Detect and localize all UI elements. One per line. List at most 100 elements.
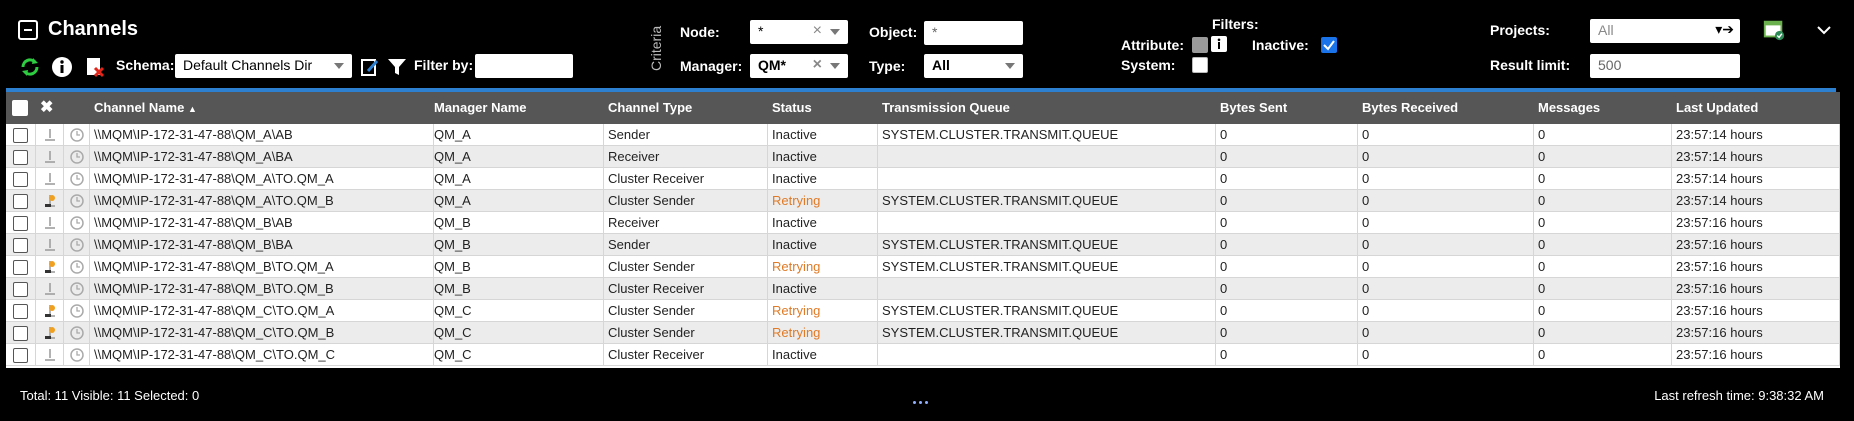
cell-queue bbox=[878, 344, 1216, 366]
cell-type: Cluster Receiver bbox=[604, 278, 768, 300]
cell-status: Inactive bbox=[768, 234, 878, 256]
export-icon[interactable] bbox=[1762, 18, 1786, 42]
cell-queue bbox=[878, 146, 1216, 168]
collapse-icon[interactable] bbox=[18, 19, 38, 40]
filter-by-input[interactable] bbox=[475, 54, 573, 78]
cell-updated: 23:57:16 hours bbox=[1672, 322, 1840, 344]
type-select[interactable]: All bbox=[924, 54, 1023, 78]
cell-name: \\MQM\IP-172-31-47-88\QM_B\BA bbox=[90, 234, 434, 256]
row-checkbox[interactable] bbox=[13, 149, 28, 165]
result-limit-input[interactable]: 500 bbox=[1590, 54, 1740, 78]
cell-sent: 0 bbox=[1216, 278, 1358, 300]
col-status[interactable]: Status bbox=[772, 92, 812, 124]
chevron-down-icon[interactable] bbox=[1812, 18, 1836, 42]
cell-queue bbox=[878, 278, 1216, 300]
row-checkbox[interactable] bbox=[13, 259, 28, 275]
cell-sent: 0 bbox=[1216, 124, 1358, 146]
select-all-checkbox[interactable] bbox=[12, 100, 28, 116]
clock-icon bbox=[64, 300, 90, 322]
panel-title-bar: Channels bbox=[18, 18, 138, 41]
channel-type-icon bbox=[36, 190, 64, 212]
clear-icon[interactable]: × bbox=[813, 22, 822, 40]
channel-type-icon bbox=[36, 322, 64, 344]
cell-manager: QM_C bbox=[430, 344, 604, 366]
cell-messages: 0 bbox=[1534, 124, 1672, 146]
cell-updated: 23:57:14 hours bbox=[1672, 124, 1840, 146]
table-row[interactable]: \\MQM\IP-172-31-47-88\QM_B\BA QM_B Sender I… bbox=[6, 234, 1840, 256]
cell-name: \\MQM\IP-172-31-47-88\QM_A\BA bbox=[90, 146, 434, 168]
channel-type-icon bbox=[36, 146, 64, 168]
cell-queue: SYSTEM.CLUSTER.TRANSMIT.QUEUE bbox=[878, 124, 1216, 146]
clock-icon bbox=[64, 124, 90, 146]
cell-queue: SYSTEM.CLUSTER.TRANSMIT.QUEUE bbox=[878, 300, 1216, 322]
table-row[interactable]: \\MQM\IP-172-31-47-88\QM_C\TO.QM_C QM_C Cl… bbox=[6, 344, 1840, 366]
last-refresh-time: Last refresh time: 9:38:32 AM bbox=[1654, 388, 1824, 403]
cell-updated: 23:57:16 hours bbox=[1672, 344, 1840, 366]
row-checkbox[interactable] bbox=[13, 347, 28, 363]
row-checkbox[interactable] bbox=[13, 303, 28, 319]
close-icon[interactable]: ✖ bbox=[40, 92, 53, 124]
clock-icon bbox=[64, 234, 90, 256]
row-checkbox[interactable] bbox=[13, 193, 28, 209]
edit-schema-icon[interactable] bbox=[358, 55, 382, 79]
table-row[interactable]: \\MQM\IP-172-31-47-88\QM_A\TO.QM_B QM_A Cl… bbox=[6, 190, 1840, 212]
cell-name: \\MQM\IP-172-31-47-88\QM_B\TO.QM_A bbox=[90, 256, 434, 278]
row-checkbox[interactable] bbox=[13, 171, 28, 187]
attribute-info-icon[interactable] bbox=[1211, 36, 1227, 52]
table-row[interactable]: \\MQM\IP-172-31-47-88\QM_A\BA QM_A Receive… bbox=[6, 146, 1840, 168]
inactive-checkbox[interactable] bbox=[1321, 37, 1337, 53]
col-messages[interactable]: Messages bbox=[1538, 92, 1600, 124]
cell-status: Retrying bbox=[768, 190, 878, 212]
col-channel-name[interactable]: Channel Name ▲ bbox=[94, 92, 197, 124]
row-checkbox[interactable] bbox=[13, 237, 28, 253]
object-input[interactable]: * bbox=[924, 21, 1023, 45]
table-row[interactable]: \\MQM\IP-172-31-47-88\QM_A\TO.QM_A QM_A Cl… bbox=[6, 168, 1840, 190]
refresh-icon[interactable] bbox=[18, 55, 42, 79]
clock-icon bbox=[64, 190, 90, 212]
node-label: Node: bbox=[680, 24, 720, 40]
col-bytes-sent[interactable]: Bytes Sent bbox=[1220, 92, 1287, 124]
filter-icon[interactable] bbox=[385, 55, 409, 79]
cell-updated: 23:57:16 hours bbox=[1672, 212, 1840, 234]
cell-updated: 23:57:16 hours bbox=[1672, 234, 1840, 256]
node-select[interactable]: * × bbox=[750, 20, 848, 44]
table-row[interactable]: \\MQM\IP-172-31-47-88\QM_B\TO.QM_A QM_B Cl… bbox=[6, 256, 1840, 278]
clear-icon[interactable]: × bbox=[813, 56, 822, 74]
cell-sent: 0 bbox=[1216, 234, 1358, 256]
table-row[interactable]: \\MQM\IP-172-31-47-88\QM_C\TO.QM_B QM_C Cl… bbox=[6, 322, 1840, 344]
row-checkbox[interactable] bbox=[13, 215, 28, 231]
table-row[interactable]: \\MQM\IP-172-31-47-88\QM_B\AB QM_B Receive… bbox=[6, 212, 1840, 234]
table-row[interactable]: \\MQM\IP-172-31-47-88\QM_C\TO.QM_A QM_C Cl… bbox=[6, 300, 1840, 322]
cell-sent: 0 bbox=[1216, 190, 1358, 212]
row-checkbox[interactable] bbox=[13, 281, 28, 297]
resize-handle[interactable] bbox=[913, 401, 928, 404]
info-icon[interactable] bbox=[50, 55, 74, 79]
col-last-updated[interactable]: Last Updated bbox=[1676, 92, 1758, 124]
col-manager-name[interactable]: Manager Name bbox=[434, 92, 526, 124]
arrow-right-icon[interactable]: ▾➔ bbox=[1715, 21, 1734, 38]
cell-status: Inactive bbox=[768, 168, 878, 190]
attribute-checkbox[interactable] bbox=[1192, 37, 1208, 53]
row-checkbox[interactable] bbox=[13, 325, 28, 341]
object-label: Object: bbox=[869, 24, 918, 40]
projects-select[interactable]: All ▾➔ bbox=[1590, 19, 1740, 43]
schema-select[interactable]: Default Channels Dir bbox=[175, 54, 352, 78]
row-checkbox[interactable] bbox=[13, 127, 28, 143]
col-channel-type[interactable]: Channel Type bbox=[608, 92, 692, 124]
row-checkbox-cell bbox=[6, 124, 36, 146]
projects-value: All bbox=[1598, 22, 1614, 38]
row-checkbox-cell bbox=[6, 256, 36, 278]
table-row[interactable]: \\MQM\IP-172-31-47-88\QM_A\AB QM_A Sender I… bbox=[6, 124, 1840, 146]
channels-panel: Channels Schema: Default Channels Dir Fi… bbox=[0, 0, 1854, 421]
cell-status: Inactive bbox=[768, 124, 878, 146]
delete-schema-icon[interactable] bbox=[82, 55, 106, 79]
col-transmission-queue[interactable]: Transmission Queue bbox=[882, 92, 1010, 124]
cell-manager: QM_B bbox=[430, 234, 604, 256]
channel-type-icon bbox=[36, 278, 64, 300]
cell-sent: 0 bbox=[1216, 322, 1358, 344]
col-bytes-received[interactable]: Bytes Received bbox=[1362, 92, 1458, 124]
system-checkbox[interactable] bbox=[1192, 57, 1208, 73]
table-row[interactable]: \\MQM\IP-172-31-47-88\QM_B\TO.QM_B QM_B Cl… bbox=[6, 278, 1840, 300]
clock-icon bbox=[64, 278, 90, 300]
manager-select[interactable]: QM* × bbox=[750, 54, 848, 78]
